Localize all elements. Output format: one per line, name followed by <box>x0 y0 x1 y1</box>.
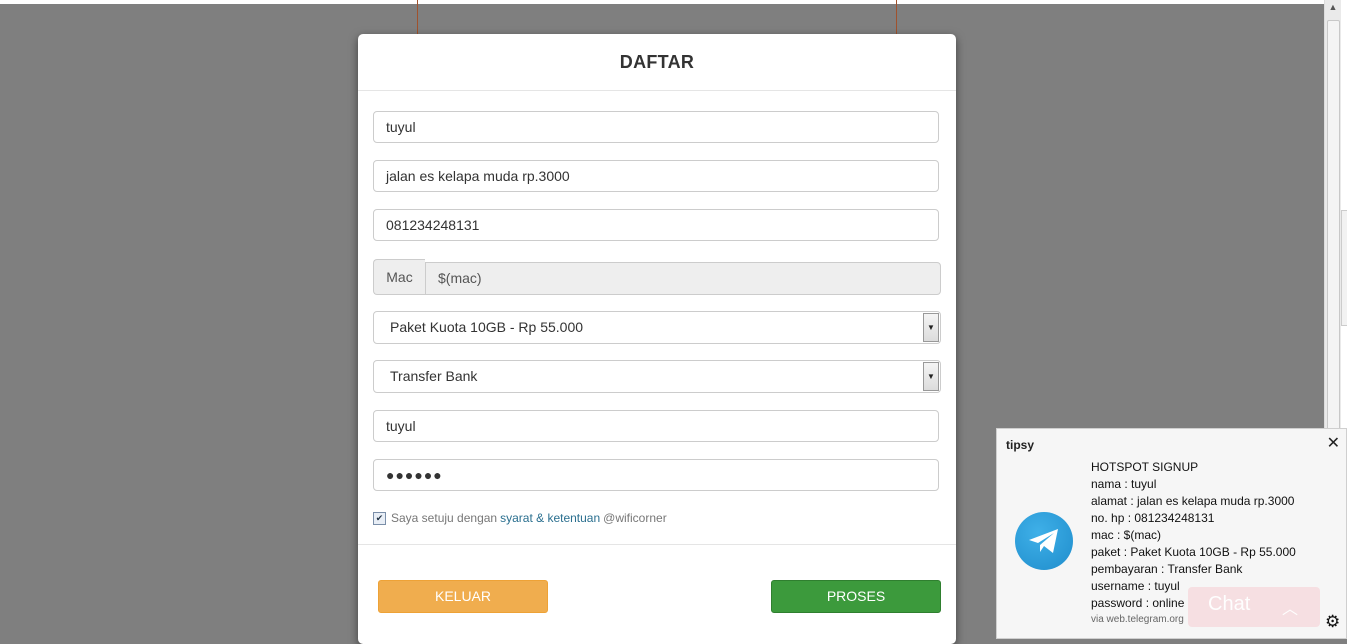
modal-header: DAFTAR <box>358 34 956 91</box>
payment-select-value: Transfer Bank <box>390 368 478 384</box>
address-input[interactable]: jalan es kelapa muda rp.3000 <box>373 160 939 192</box>
terms-suffix: @wificorner <box>603 511 667 525</box>
package-select[interactable]: Paket Kuota 10GB - Rp 55.000 ▼ <box>373 311 941 344</box>
notification-line: no. hp : 081234248131 <box>1091 511 1215 525</box>
notification-source: tipsy <box>1006 438 1035 452</box>
modal-title: DAFTAR <box>619 51 695 72</box>
payment-select[interactable]: Transfer Bank ▼ <box>373 360 941 393</box>
notification-line: alamat : jalan es kelapa muda rp.3000 <box>1091 494 1295 508</box>
phone-input[interactable]: 081234248131 <box>373 209 939 241</box>
notification-line: pembayaran : Transfer Bank <box>1091 562 1243 576</box>
edge-tab[interactable] <box>1341 210 1347 326</box>
mac-input: $(mac) <box>425 262 941 295</box>
mac-input-group: Mac $(mac) <box>373 259 941 295</box>
terms-text: Saya setuju dengan <box>391 511 498 525</box>
notification-line: nama : tuyul <box>1091 477 1157 491</box>
modal-footer-divider <box>358 544 956 545</box>
mac-addon-label: Mac <box>373 259 425 295</box>
package-select-value: Paket Kuota 10GB - Rp 55.000 <box>390 319 584 335</box>
keluar-button[interactable]: KELUAR <box>378 580 548 613</box>
chat-widget[interactable]: Chat ︿ <box>1188 587 1320 627</box>
chevron-down-icon[interactable]: ▼ <box>923 313 939 342</box>
gear-icon[interactable]: ⚙ <box>1325 612 1340 632</box>
terms-checkbox[interactable]: ✔ <box>373 511 386 525</box>
proses-button[interactable]: PROSES <box>771 580 941 613</box>
signup-modal: DAFTAR tuyul jalan es kelapa muda rp.300… <box>358 34 956 644</box>
username-input[interactable]: tuyul <box>373 410 939 442</box>
notification-line: mac : $(mac) <box>1091 528 1162 542</box>
scroll-up-icon[interactable]: ▲ <box>1325 2 1341 16</box>
scrollbar-thumb[interactable] <box>1327 20 1340 442</box>
password-input[interactable]: ●●●●●● <box>373 459 939 491</box>
notification-line: paket : Paket Kuota 10GB - Rp 55.000 <box>1091 545 1296 559</box>
chevron-up-icon: ︿ <box>1282 601 1299 618</box>
notification-line: HOTSPOT SIGNUP <box>1091 460 1199 474</box>
notification-via: via web.telegram.org <box>1091 614 1184 625</box>
close-icon[interactable]: ✕ <box>1327 433 1340 453</box>
terms-agreement: ✔ Saya setuju dengan syarat & ketentuan … <box>373 511 667 525</box>
chat-label: Chat <box>1208 593 1251 615</box>
terms-link[interactable]: syarat & ketentuan <box>500 511 600 525</box>
name-input[interactable]: tuyul <box>373 111 939 143</box>
chevron-down-icon[interactable]: ▼ <box>923 362 939 391</box>
telegram-icon <box>1015 512 1073 570</box>
